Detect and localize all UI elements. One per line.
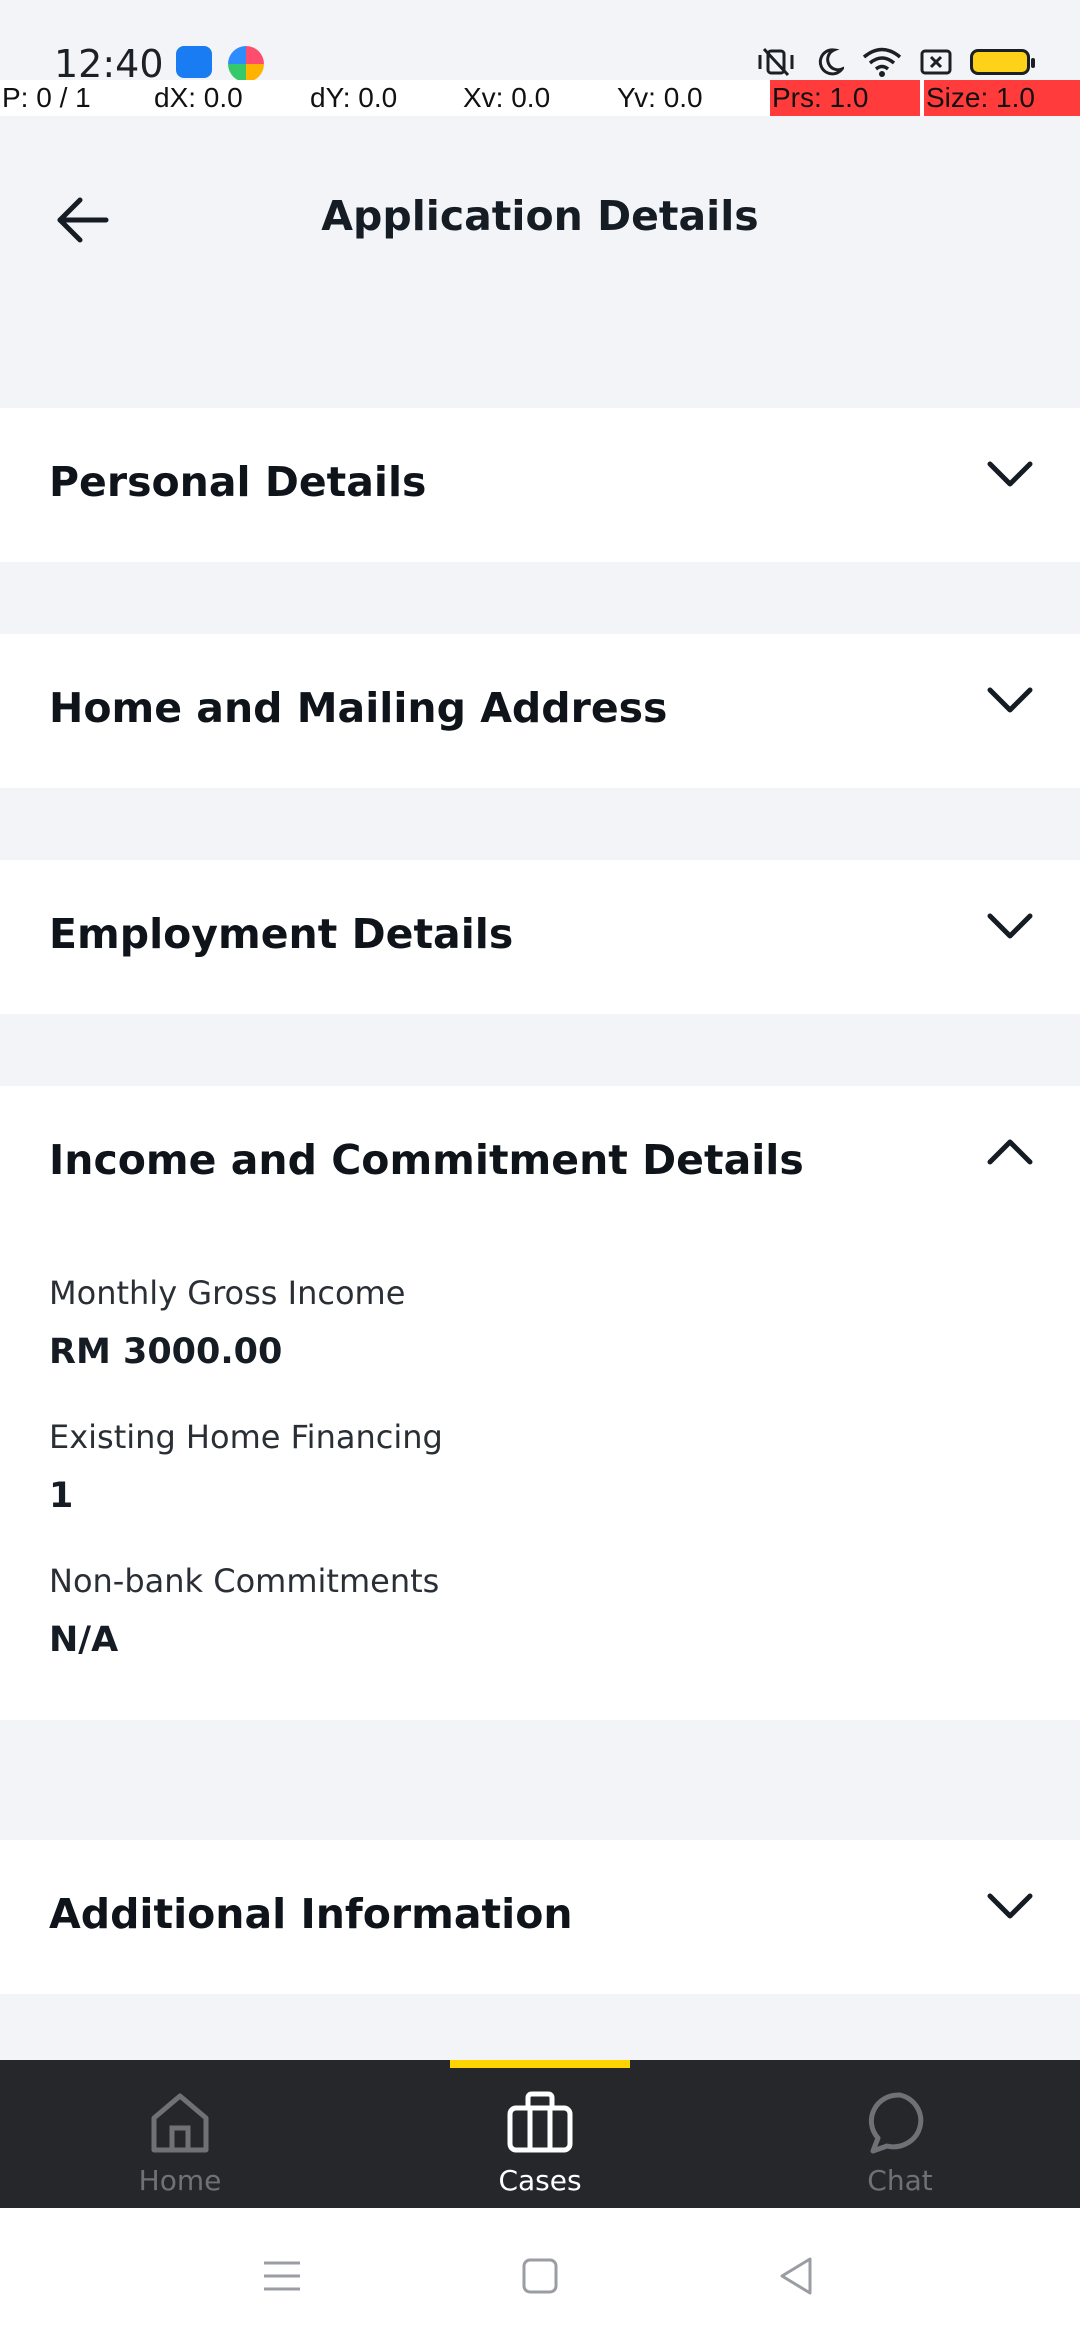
pointer-dy: dY: 0.0 <box>310 82 398 113</box>
chevron-down-icon <box>987 1893 1033 1919</box>
moon-icon <box>818 48 844 76</box>
section-header-home-mailing-address[interactable]: Home and Mailing Address <box>0 634 1080 788</box>
nav-label: Cases <box>498 2164 582 2197</box>
chevron-down-icon <box>987 913 1033 939</box>
chat-bubble-icon <box>868 2092 924 2154</box>
pointer-size: Size: 1.0 <box>924 80 1080 116</box>
section-additional-information: Additional Information <box>0 1840 1080 1994</box>
non-bank-commitments-value: N/A <box>49 1620 119 1660</box>
chevron-down-icon <box>987 687 1033 713</box>
system-navigation-bar <box>0 2208 1080 2340</box>
section-header-additional-information[interactable]: Additional Information <box>0 1840 1080 1994</box>
square-icon <box>522 2258 558 2294</box>
section-income-commitment-details: Income and Commitment Details Monthly Gr… <box>0 1086 1080 1720</box>
home-icon <box>151 2093 209 2153</box>
monthly-gross-income-label: Monthly Gross Income <box>49 1274 406 1312</box>
nav-label: Home <box>138 2164 222 2197</box>
section-header-employment-details[interactable]: Employment Details <box>0 860 1080 1014</box>
section-title: Income and Commitment Details <box>49 1136 804 1184</box>
section-employment-details: Employment Details <box>0 860 1080 1014</box>
page-title: Application Details <box>321 192 759 240</box>
section-header-personal-details[interactable]: Personal Details <box>0 408 1080 562</box>
section-header-income-commitment-details[interactable]: Income and Commitment Details <box>0 1086 1080 1240</box>
section-home-mailing-address: Home and Mailing Address <box>0 634 1080 788</box>
chevron-down-icon <box>987 461 1033 487</box>
pointer-xv: Xv: 0.0 <box>463 82 551 113</box>
recents-button[interactable] <box>252 2252 312 2300</box>
section-title: Home and Mailing Address <box>49 684 668 732</box>
wifi-icon <box>862 47 902 77</box>
pointer-location-overlay: P: 0 / 1 dX: 0.0 dY: 0.0 Xv: 0.0 Yv: 0.0… <box>0 80 1080 116</box>
vibrate-off-icon <box>758 47 794 77</box>
briefcase-icon <box>507 2091 573 2153</box>
chevron-up-icon <box>987 1139 1033 1165</box>
nav-label: Chat <box>867 2164 933 2197</box>
bottom-navigation: Home Cases Chat <box>0 2060 1080 2208</box>
existing-home-financing-value: 1 <box>49 1476 74 1516</box>
monthly-gross-income-value: RM 3000.00 <box>49 1332 283 1372</box>
screen-record-icon <box>920 49 952 75</box>
status-bar: 12:40 <box>0 0 1080 86</box>
back-triangle-icon <box>780 2257 812 2295</box>
android-debug-icon <box>176 46 212 78</box>
section-title: Additional Information <box>49 1890 573 1938</box>
pointer-yv: Yv: 0.0 <box>617 82 703 113</box>
section-title: Personal Details <box>49 458 427 506</box>
status-icons <box>754 46 1035 78</box>
pointer-pressure: Prs: 1.0 <box>770 80 920 116</box>
active-tab-indicator <box>450 2060 630 2068</box>
nav-tab-home[interactable]: Home <box>80 2090 280 2202</box>
existing-home-financing-label: Existing Home Financing <box>49 1418 443 1456</box>
pointer-dx: dX: 0.0 <box>154 82 243 113</box>
system-back-button[interactable] <box>766 2252 826 2300</box>
section-title: Employment Details <box>49 910 514 958</box>
system-home-button[interactable] <box>510 2252 570 2300</box>
menu-icon <box>264 2261 300 2291</box>
app-color-icon <box>228 46 264 82</box>
nav-tab-cases[interactable]: Cases <box>440 2090 640 2202</box>
non-bank-commitments-label: Non-bank Commitments <box>49 1562 440 1600</box>
battery-icon <box>970 49 1035 75</box>
app-header: Application Details <box>0 150 1080 290</box>
section-personal-details: Personal Details <box>0 408 1080 562</box>
nav-tab-chat[interactable]: Chat <box>800 2090 1000 2202</box>
pointer-count: P: 0 / 1 <box>2 82 91 113</box>
